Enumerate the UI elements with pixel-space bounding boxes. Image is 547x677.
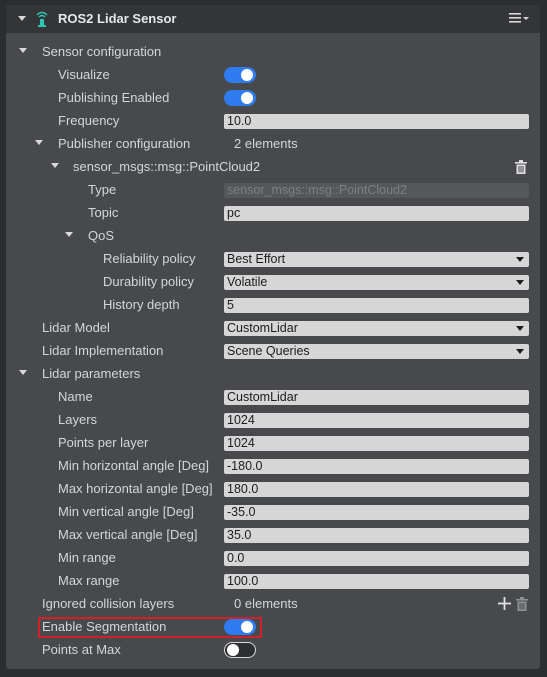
collapse-header-icon[interactable] [18,16,26,21]
points-at-max-label: Points at Max [42,642,121,657]
qos-label: QoS [88,228,115,243]
sensor-config-collapse-icon[interactable] [19,48,27,53]
min-range-label: Min range [58,550,116,565]
durability-policy-select[interactable]: Volatile [224,275,529,290]
visualize-toggle[interactable] [224,67,256,83]
publishing-enabled-toggle[interactable] [224,90,256,106]
max-horizontal-angle-input[interactable]: 180.0 [224,482,529,497]
history-depth-input[interactable]: 5 [224,298,529,313]
layers-label: Layers [58,412,98,427]
points-per-layer-label: Points per layer [58,435,149,450]
lidar-model-label: Lidar Model [42,320,110,335]
min-range-input[interactable]: 0.0 [224,551,529,566]
lidar-model-select[interactable]: CustomLidar [224,321,529,336]
points-per-layer-input[interactable]: 1024 [224,436,529,451]
toggle-knob [241,92,253,104]
durability-policy-value: Volatile [227,275,268,289]
min-horizontal-angle-input[interactable]: -180.0 [224,459,529,474]
toggle-knob [241,621,253,633]
type-label: Type [88,182,117,197]
min-horizontal-angle-label: Min horizontal angle [Deg] [58,458,210,473]
pointcloud-collapse-icon[interactable] [51,163,59,168]
lidar-sensor-icon [36,11,48,27]
max-vertical-angle-label: Max vertical angle [Deg] [58,527,198,542]
lidar-params-collapse-icon[interactable] [19,370,27,375]
history-depth-label: History depth [103,297,180,312]
chevron-down-icon [516,280,524,285]
toggle-knob [227,644,239,656]
layers-input[interactable]: 1024 [224,413,529,428]
trash-icon[interactable] [516,597,528,611]
pointcloud-title: sensor_msgs::msg::PointCloud2 [73,159,261,174]
max-range-label: Max range [58,573,120,588]
toggle-knob [241,69,253,81]
lidar-implementation-value: Scene Queries [227,344,310,358]
ignored-collision-layers-count: 0 elements [234,596,298,611]
trash-icon[interactable] [515,160,527,174]
sensor-config-title: Sensor configuration [42,44,162,59]
min-vertical-angle-label: Min vertical angle [Deg] [58,504,194,519]
lidar-implementation-select[interactable]: Scene Queries [224,344,529,359]
topic-label: Topic [88,205,119,220]
min-vertical-angle-input[interactable]: -35.0 [224,505,529,520]
chevron-down-icon [516,257,524,262]
enable-segmentation-label: Enable Segmentation [42,619,167,634]
frequency-label: Frequency [58,113,120,128]
reliability-policy-select[interactable]: Best Effort [224,252,529,267]
qos-collapse-icon[interactable] [65,232,73,237]
lidar-implementation-label: Lidar Implementation [42,343,164,358]
publishing-enabled-label: Publishing Enabled [58,90,170,105]
lidar-params-title: Lidar parameters [42,366,141,381]
ignored-collision-layers-label: Ignored collision layers [42,596,175,611]
name-label: Name [58,389,93,404]
durability-policy-label: Durability policy [103,274,195,289]
frequency-input[interactable]: 10.0 [224,114,529,129]
lidar-model-value: CustomLidar [227,321,298,335]
publisher-config-label: Publisher configuration [58,136,191,151]
add-icon[interactable] [498,597,511,610]
chevron-down-icon [516,326,524,331]
points-at-max-toggle[interactable] [224,642,256,658]
reliability-policy-value: Best Effort [227,252,286,266]
chevron-down-icon [516,349,524,354]
type-input: sensor_msgs::msg::PointCloud2 [224,183,529,198]
reliability-policy-label: Reliability policy [103,251,196,266]
enable-segmentation-toggle[interactable] [224,619,256,635]
max-horizontal-angle-label: Max horizontal angle [Deg] [58,481,213,496]
hamburger-menu-icon[interactable] [508,12,530,24]
publisher-config-count: 2 elements [234,136,298,151]
topic-input[interactable]: pc [224,206,529,221]
visualize-label: Visualize [58,67,110,82]
publisher-config-collapse-icon[interactable] [35,140,43,145]
max-range-input[interactable]: 100.0 [224,574,529,589]
max-vertical-angle-input[interactable]: 35.0 [224,528,529,543]
name-input[interactable]: CustomLidar [224,390,529,405]
component-title: ROS2 Lidar Sensor [58,11,177,26]
